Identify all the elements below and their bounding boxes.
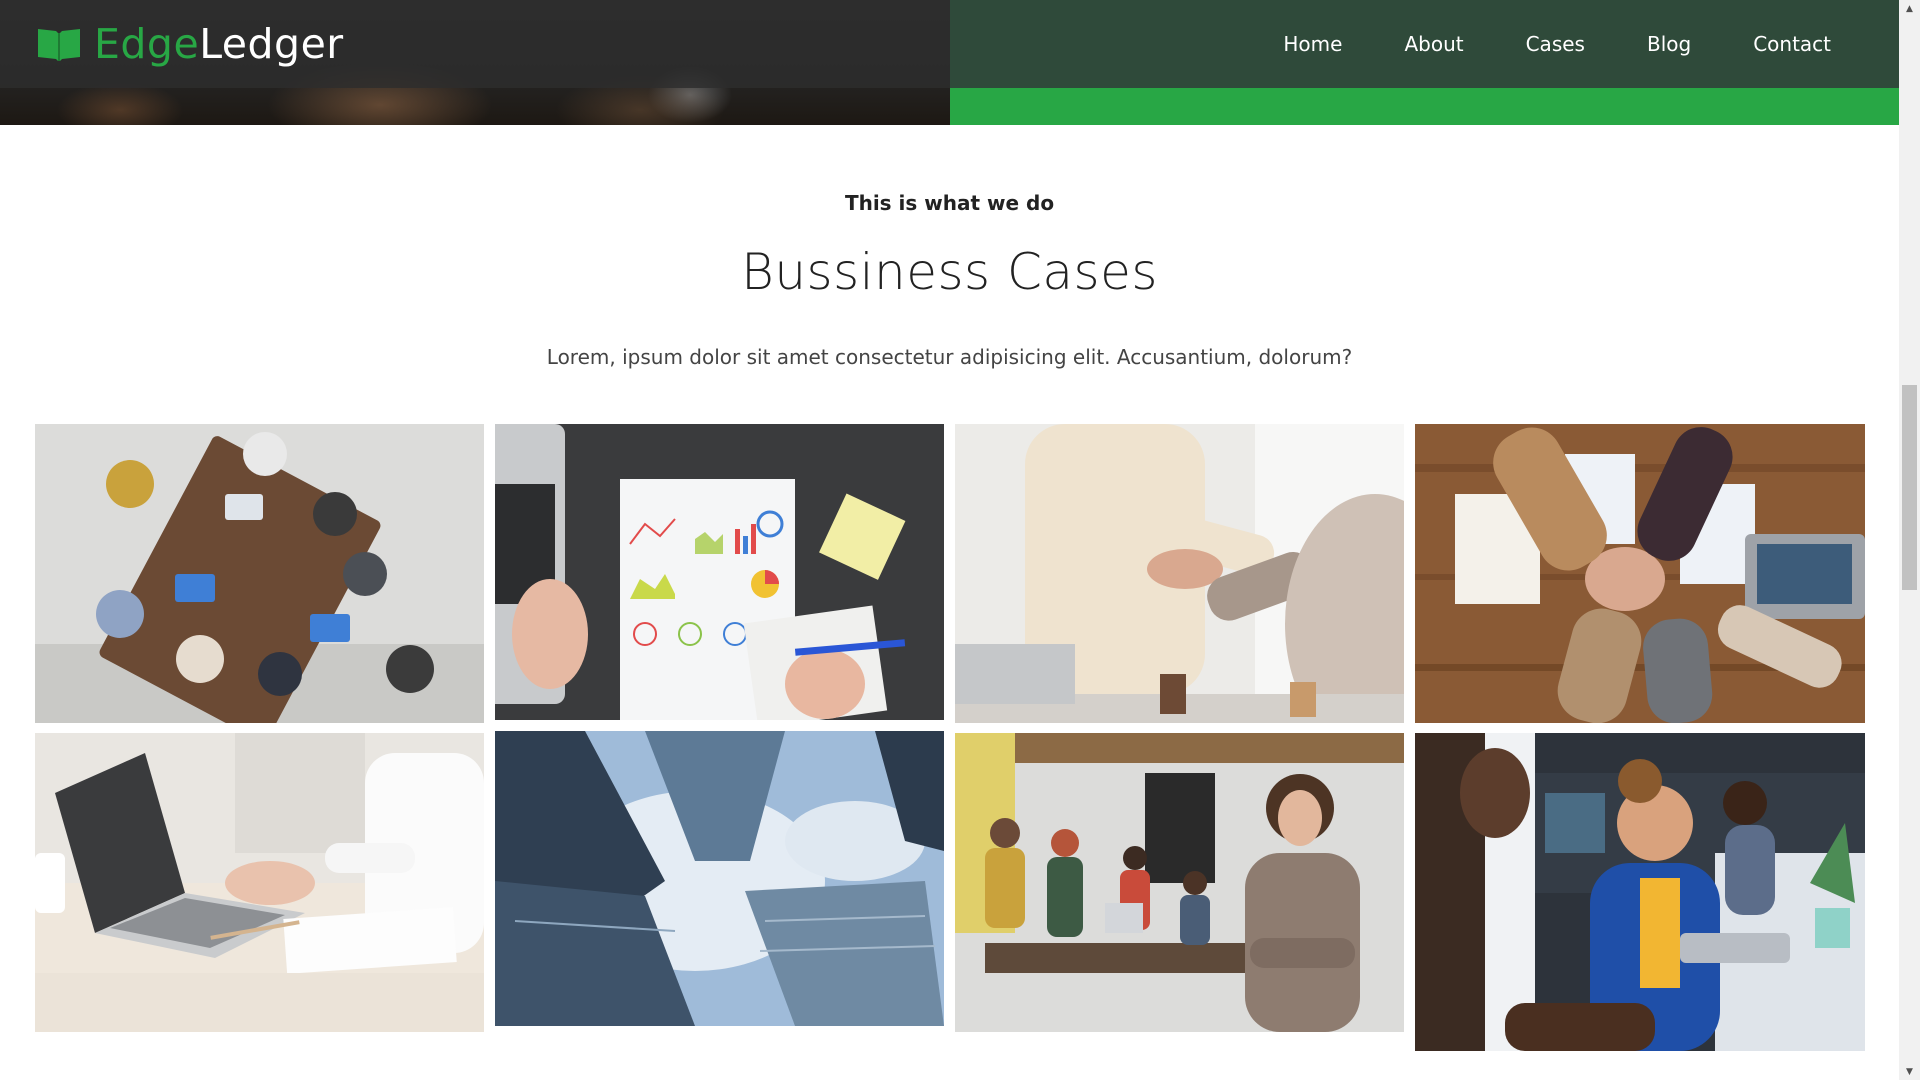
- smiling-coworkers-office-photo[interactable]: [1415, 733, 1865, 1051]
- office-team-portrait-photo[interactable]: [955, 733, 1404, 1032]
- main-nav: Home About Cases Blog Contact: [1283, 0, 1831, 88]
- section-title: Bussiness Cases: [741, 243, 1158, 301]
- brand-name: EdgeLedger: [94, 20, 344, 68]
- brand-name-part2: Ledger: [199, 20, 344, 68]
- nav-link-home[interactable]: Home: [1283, 32, 1342, 56]
- charts-and-laptop-desk-photo[interactable]: [495, 424, 944, 720]
- arrow-down-icon[interactable]: ▼: [1899, 1063, 1920, 1080]
- nav-link-cases[interactable]: Cases: [1526, 32, 1585, 56]
- team-meeting-overhead-photo[interactable]: [35, 424, 484, 723]
- cases-gallery: [35, 424, 1865, 1059]
- brand-name-part1: Edge: [94, 20, 200, 68]
- nav-link-about[interactable]: About: [1404, 32, 1463, 56]
- arrow-up-icon[interactable]: ▲: [1899, 0, 1920, 17]
- skyscrapers-from-below-photo[interactable]: [495, 731, 944, 1026]
- nav-link-blog[interactable]: Blog: [1647, 32, 1691, 56]
- page: EdgeLedger Home About Cases Blog Contact…: [0, 0, 1920, 1080]
- site-header: EdgeLedger Home About Cases Blog Contact: [0, 0, 1899, 125]
- laptop-typing-photo[interactable]: [35, 733, 484, 1032]
- business-handshake-photo[interactable]: [955, 424, 1404, 723]
- section-lead: Lorem, ipsum dolor sit amet consectetur …: [546, 345, 1353, 369]
- team-hands-stacked-photo[interactable]: [1415, 424, 1865, 723]
- nav-link-contact[interactable]: Contact: [1753, 32, 1831, 56]
- page-scrollbar[interactable]: ▲ ▼: [1899, 0, 1920, 1080]
- section-eyebrow: This is what we do: [844, 191, 1055, 215]
- open-book-icon: [36, 25, 82, 63]
- scrollbar-thumb[interactable]: [1902, 385, 1917, 590]
- brand-logo[interactable]: EdgeLedger: [36, 18, 344, 70]
